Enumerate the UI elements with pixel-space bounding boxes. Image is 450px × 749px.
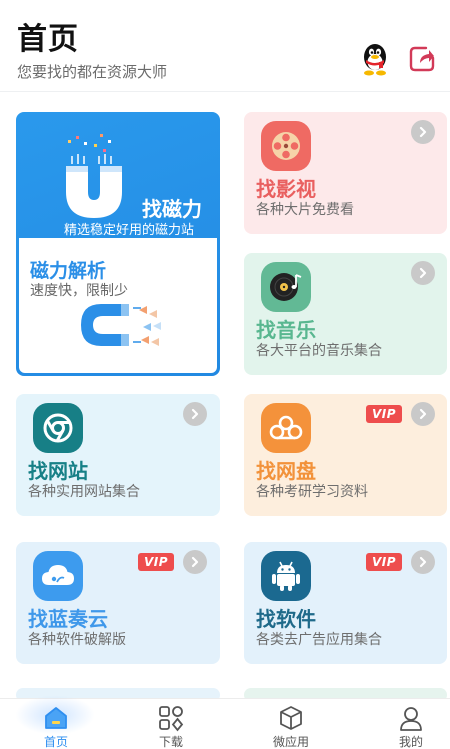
- magnet-parse-title: 磁力解析: [30, 260, 107, 282]
- nav-mine[interactable]: 我的: [355, 699, 450, 749]
- nav-home-label: 首页: [43, 735, 68, 749]
- magnet-card-subtitle: 精选稳定好用的磁力站: [64, 223, 195, 238]
- chevron-right-icon[interactable]: [183, 402, 207, 426]
- chevron-right-icon[interactable]: [411, 120, 435, 144]
- nav-home[interactable]: 首页: [0, 695, 112, 749]
- lanzou-card-desc: 各种软件破解版: [28, 632, 126, 648]
- websites-card[interactable]: 找网站 各种实用网站集合: [16, 394, 220, 516]
- share-icon[interactable]: [408, 45, 436, 73]
- android-icon: [261, 551, 311, 601]
- film-reel-icon: [261, 121, 311, 171]
- magnet-card[interactable]: 找磁力 精选稳定好用的磁力站 磁力解析 速度快，限制少: [16, 112, 220, 376]
- movies-card-title: 找影视: [256, 177, 316, 201]
- app-header: 首页 您要找的都在资源大师: [0, 0, 450, 92]
- vip-badge: VIP: [366, 553, 402, 571]
- nav-download[interactable]: 下载: [115, 699, 227, 749]
- vip-badge: VIP: [366, 405, 402, 423]
- cloud-drive-icon: [261, 403, 311, 453]
- grid-icon: [159, 706, 184, 732]
- cube-icon: [280, 706, 302, 730]
- qq-penguin-icon[interactable]: [360, 42, 390, 76]
- software-card-title: 找软件: [256, 607, 316, 631]
- bottom-nav: 首页 下载 微应用 我的: [0, 695, 450, 749]
- movies-card[interactable]: 找影视 各种大片免费看: [244, 112, 447, 234]
- page-title: 首页: [17, 22, 79, 57]
- music-card-desc: 各大平台的音乐集合: [256, 343, 382, 359]
- movies-card-desc: 各种大片免费看: [256, 202, 354, 218]
- chevron-right-icon[interactable]: [411, 261, 435, 285]
- chevron-right-icon[interactable]: [411, 402, 435, 426]
- magnet-parse-panel[interactable]: 磁力解析 速度快，限制少: [19, 238, 217, 373]
- magnet-card-title: 找磁力: [142, 197, 202, 221]
- nav-microapp[interactable]: 微应用: [235, 699, 347, 749]
- page-subtitle: 您要找的都在资源大师: [17, 63, 168, 81]
- cloud-icon: [33, 551, 83, 601]
- nav-mine-label: 我的: [398, 735, 423, 749]
- music-card[interactable]: 找音乐 各大平台的音乐集合: [244, 253, 447, 375]
- music-card-title: 找音乐: [256, 318, 316, 342]
- chrome-browser-icon: [33, 403, 83, 453]
- magnet-hero-icon: [66, 134, 122, 218]
- lanzou-card-title: 找蓝奏云: [28, 607, 108, 631]
- software-card-desc: 各类去广告应用集合: [256, 632, 382, 648]
- nav-microapp-label: 微应用: [272, 735, 309, 749]
- chevron-right-icon[interactable]: [411, 550, 435, 574]
- lanzou-card[interactable]: VIP 找蓝奏云 各种软件破解版: [16, 542, 220, 664]
- vip-badge: VIP: [138, 553, 174, 571]
- websites-card-desc: 各种实用网站集合: [28, 484, 140, 500]
- magnet-parse-icon: [81, 304, 161, 346]
- chevron-right-icon[interactable]: [183, 550, 207, 574]
- vinyl-record-icon: [261, 262, 311, 312]
- netdisk-card[interactable]: VIP 找网盘 各种考研学习资料: [244, 394, 447, 516]
- websites-card-title: 找网站: [28, 459, 88, 483]
- nav-download-label: 下载: [158, 735, 183, 749]
- netdisk-card-title: 找网盘: [256, 459, 316, 483]
- home-icon: [45, 707, 67, 729]
- software-card[interactable]: VIP 找软件 各类去广告应用集合: [244, 542, 447, 664]
- user-icon: [400, 707, 422, 731]
- magnet-parse-desc: 速度快，限制少: [30, 283, 128, 299]
- netdisk-card-desc: 各种考研学习资料: [256, 484, 368, 500]
